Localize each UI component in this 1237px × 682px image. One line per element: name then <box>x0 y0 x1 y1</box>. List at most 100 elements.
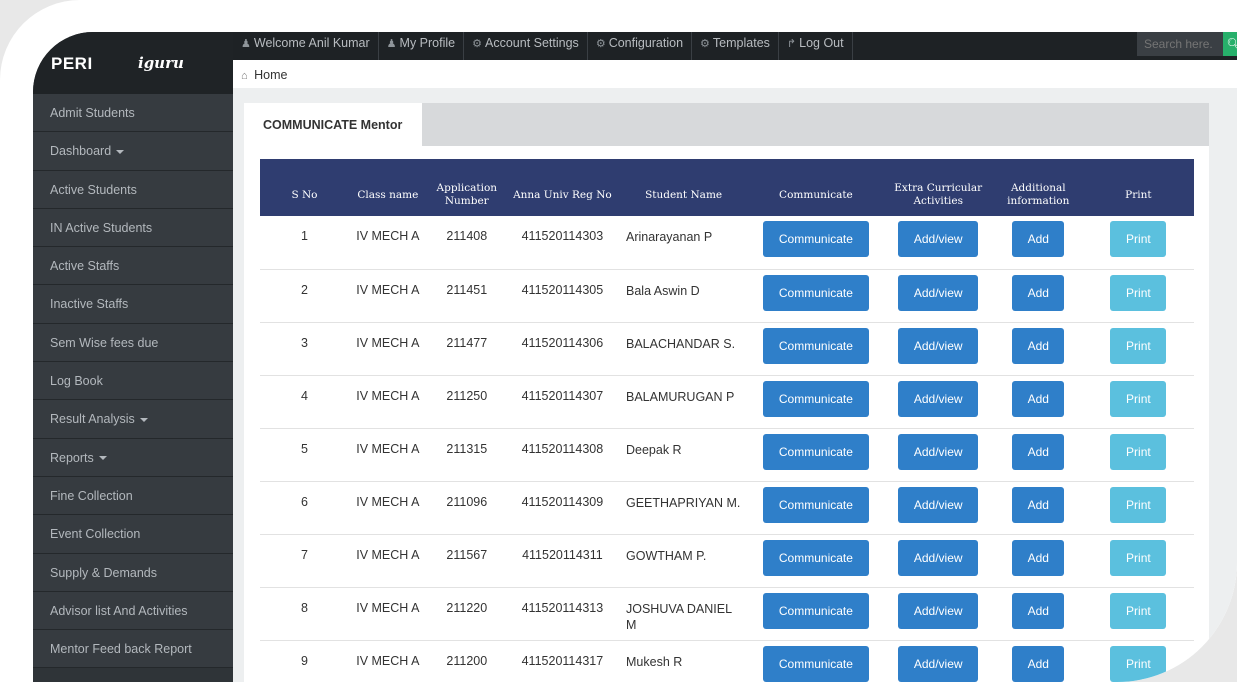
print-button[interactable]: Print <box>1110 645 1167 682</box>
sidebar-item-mentor-feed-back-report[interactable]: Mentor Feed back Report <box>33 630 233 669</box>
topnav-account-settings[interactable]: ⚙ Account Settings <box>464 32 588 60</box>
add-info-button[interactable]: Add <box>1012 380 1065 417</box>
add-view-activities-button[interactable]: Add/view <box>898 380 979 417</box>
class-cell: IV MECH A <box>348 534 427 588</box>
application-number-cell: 211408 <box>426 216 507 270</box>
sidebar-item-sem-wise-fees-due[interactable]: Sem Wise fees due <box>33 323 233 363</box>
topnav-welcome-anil-kumar[interactable]: ♟ Welcome Anil Kumar <box>233 32 379 60</box>
reg-number-cell: 411520114306 <box>506 322 618 376</box>
brand-logo[interactable]: PERI iguru <box>33 32 233 94</box>
add-info-button[interactable]: Add <box>1012 433 1065 470</box>
add-view-activities-button[interactable]: Add/view <box>898 433 979 470</box>
student-name-cell: Arinarayanan P <box>618 216 750 270</box>
add-info-button[interactable]: Add <box>1012 327 1065 364</box>
action-cell: Communicate <box>749 269 883 323</box>
sno-cell: 1 <box>260 216 349 270</box>
sidebar-item-active-staffs[interactable]: Active Staffs <box>33 247 233 286</box>
sidebar-item-active-students[interactable]: Active Students <box>33 170 233 209</box>
print-button[interactable]: Print <box>1110 380 1167 417</box>
add-view-activities-button[interactable]: Add/view <box>898 327 979 364</box>
table-row: 3 IV MECH A 211477 411520114306 BALACHANDAR … <box>260 322 1194 376</box>
sidebar-item-advisor-list-and-activities[interactable]: Advisor list And Activities <box>33 591 233 631</box>
print-button[interactable]: Print <box>1110 539 1167 576</box>
student-name-cell: GOWTHAM P. <box>618 534 750 588</box>
sidebar-item-inactive-staffs[interactable]: Inactive Staffs <box>33 285 233 324</box>
action-cell: Print <box>1082 481 1194 535</box>
add-view-activities-button[interactable]: Add/view <box>898 645 979 682</box>
sidebar-item-label: IN Active Students <box>50 220 153 235</box>
class-cell: IV MECH A <box>348 587 427 641</box>
sidebar-item-fine-collection[interactable]: Fine Collection <box>33 476 233 516</box>
add-info-button[interactable]: Add <box>1012 539 1065 576</box>
action-cell: Communicate <box>749 322 883 376</box>
caret-down-icon <box>116 150 125 154</box>
topnav-configuration[interactable]: ⚙ Configuration <box>588 32 693 60</box>
column-header: S No <box>291 188 318 201</box>
sidebar-item-label: Dashboard <box>50 144 112 159</box>
sidebar-item-dashboard[interactable]: Dashboard <box>33 132 233 171</box>
add-info-button[interactable]: Add <box>1012 274 1065 311</box>
window-frame: PERI iguru Admit Students Dashboard Active… <box>0 0 1237 682</box>
communicate-button[interactable]: Communicate <box>762 274 869 311</box>
communicate-button[interactable]: Communicate <box>762 380 869 417</box>
communicate-button[interactable]: Communicate <box>762 486 869 523</box>
sidebar-item-admit-students[interactable]: Admit Students <box>33 94 233 133</box>
student-name-cell: GEETHAPRIYAN M. <box>618 481 750 535</box>
add-info-button[interactable]: Add <box>1012 645 1065 682</box>
communicate-button[interactable]: Communicate <box>762 221 869 257</box>
sidebar-item-label: Active Students <box>50 182 137 197</box>
gear-icon: ⚙ <box>700 38 710 50</box>
communicate-button[interactable]: Communicate <box>762 592 869 629</box>
print-button[interactable]: Print <box>1110 327 1167 364</box>
reg-number-cell: 411520114307 <box>506 375 618 429</box>
student-name-cell: BALAMURUGAN P <box>618 375 750 429</box>
sidebar-item-label: Inactive Staffs <box>50 297 129 312</box>
sidebar-item-supply-demands[interactable]: Supply & Demands <box>33 553 233 592</box>
add-view-activities-button[interactable]: Add/view <box>898 486 979 523</box>
sidebar-item-label: Sem Wise fees due <box>50 335 159 350</box>
add-info-button[interactable]: Add <box>1012 592 1065 629</box>
table-row: 7 IV MECH A 211567 411520114311 GOWTHAM P. Co… <box>260 534 1194 588</box>
sidebar-item-log-book[interactable]: Log Book <box>33 362 233 401</box>
add-view-activities-button[interactable]: Add/view <box>898 274 979 311</box>
action-cell: Communicate <box>749 375 883 429</box>
topnav-templates[interactable]: ⚙ Templates <box>692 32 779 60</box>
add-info-button[interactable]: Add <box>1012 486 1065 523</box>
action-cell: Print <box>1082 640 1194 682</box>
add-info-button[interactable]: Add <box>1012 221 1065 257</box>
gear-icon: ⚙ <box>595 38 606 50</box>
topnav-log-out[interactable]: ↱ Log Out <box>779 32 853 60</box>
student-name-cell: JOSHUVA DANIEL M <box>618 587 750 641</box>
print-button[interactable]: Print <box>1110 486 1167 523</box>
add-view-activities-button[interactable]: Add/view <box>898 221 979 257</box>
class-cell: IV MECH A <box>348 481 427 535</box>
topnav-label: Log Out <box>799 36 844 50</box>
student-name-cell: BALACHANDAR S. <box>618 322 750 376</box>
class-cell: IV MECH A <box>348 216 427 270</box>
tab-communicate-mentor[interactable]: COMMUNICATE Mentor <box>244 103 422 146</box>
add-view-activities-button[interactable]: Add/view <box>898 539 979 576</box>
print-button[interactable]: Print <box>1110 592 1167 629</box>
brand-name: PERI <box>51 54 93 73</box>
print-button[interactable]: Print <box>1110 221 1167 257</box>
topnav-my-profile[interactable]: ♟ My Profile <box>379 32 465 60</box>
search-input[interactable] <box>1137 32 1223 56</box>
sidebar-item-label: Admit Students <box>50 106 135 120</box>
sidebar-item-in-active-students[interactable]: IN Active Students <box>33 208 233 248</box>
print-button[interactable]: Print <box>1110 433 1167 470</box>
sidebar-item-result-analysis[interactable]: Result Analysis <box>33 400 233 439</box>
communicate-button[interactable]: Communicate <box>762 645 869 682</box>
application-number-cell: 211220 <box>426 587 507 641</box>
breadcrumb-home-link[interactable]: Home <box>254 68 287 82</box>
communicate-button[interactable]: Communicate <box>762 433 869 470</box>
application-number-cell: 211477 <box>426 322 507 376</box>
print-button[interactable]: Print <box>1110 274 1167 311</box>
communicate-button[interactable]: Communicate <box>762 327 869 364</box>
search-button[interactable]: 🔍︎ <box>1223 32 1237 56</box>
action-cell: Add <box>993 322 1083 376</box>
sidebar-item-reports[interactable]: Reports <box>33 438 233 477</box>
sidebar-item-event-collection[interactable]: Event Collection <box>33 515 233 554</box>
top-nav-bar: ♟ Welcome Anil Kumar ♟ My Profile ⚙ Account S… <box>233 32 1237 60</box>
communicate-button[interactable]: Communicate <box>762 539 869 576</box>
add-view-activities-button[interactable]: Add/view <box>898 592 979 629</box>
